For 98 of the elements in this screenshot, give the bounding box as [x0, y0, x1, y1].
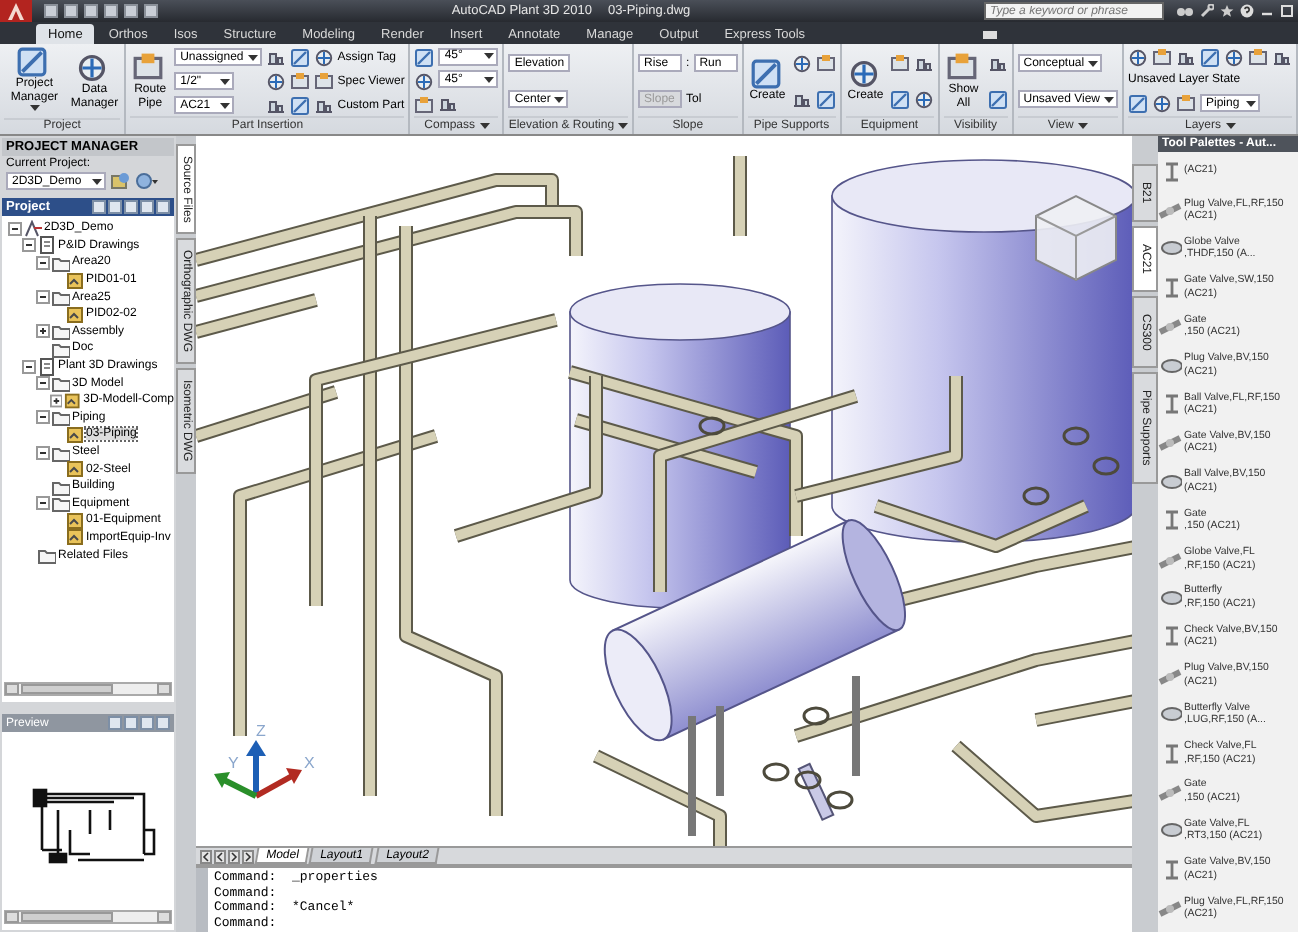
tool-icon[interactable] — [1200, 48, 1220, 69]
drawing-file-icon — [66, 271, 84, 290]
tool-icon[interactable] — [1128, 93, 1148, 114]
collapse-icon[interactable] — [22, 359, 36, 374]
caret-icon — [554, 95, 565, 103]
valve-icon — [1158, 896, 1182, 921]
scrollbar[interactable] — [4, 682, 172, 696]
caret-icon — [1104, 95, 1114, 103]
tool-icon[interactable] — [1176, 93, 1196, 114]
tool-icon[interactable] — [414, 47, 435, 67]
tool-icon[interactable] — [438, 94, 459, 115]
valve-icon — [1158, 547, 1182, 572]
tool-icon[interactable] — [313, 71, 334, 91]
caret-icon — [220, 77, 231, 85]
tool-icon[interactable] — [815, 89, 836, 109]
view-cube-icon[interactable] — [1035, 194, 1117, 282]
tool-icon[interactable] — [265, 71, 286, 91]
help-icon[interactable] — [1240, 4, 1254, 18]
tool-icon[interactable] — [265, 95, 286, 115]
tool-icon[interactable] — [913, 53, 934, 73]
valve-icon — [1158, 469, 1182, 494]
tool-icon — [945, 52, 982, 84]
binoculars-icon[interactable] — [1176, 4, 1194, 18]
tool-icon[interactable] — [1224, 48, 1244, 69]
project-icon — [24, 219, 42, 238]
star-icon[interactable] — [1220, 4, 1234, 18]
expand-icon[interactable] — [36, 324, 50, 339]
tool-icon[interactable] — [1128, 48, 1148, 69]
collapse-icon[interactable] — [8, 221, 22, 236]
tool-icon — [749, 58, 786, 91]
caret-icon — [1246, 99, 1256, 108]
scrollbar[interactable] — [4, 910, 172, 924]
axis-label: X — [304, 754, 315, 772]
axis-label: Z — [256, 722, 266, 740]
drawing-file-icon — [66, 511, 84, 530]
restore-icon[interactable] — [1280, 4, 1294, 18]
drawing-file-icon — [66, 460, 84, 479]
collapse-icon[interactable] — [36, 496, 50, 511]
tool-icon[interactable] — [791, 89, 812, 109]
valve-icon — [1158, 314, 1182, 339]
project-icon[interactable] — [110, 172, 130, 190]
tool-icon[interactable] — [1272, 48, 1292, 69]
valve-icon — [1158, 236, 1182, 261]
tool-icon[interactable] — [913, 89, 934, 109]
tab-nav-icon[interactable] — [228, 849, 240, 863]
drawing-set-icon — [38, 236, 56, 255]
collapse-icon[interactable] — [36, 445, 50, 460]
tool-icon[interactable] — [265, 47, 286, 67]
command-gutter — [196, 868, 208, 932]
minimize-ribbon-icon[interactable] — [982, 30, 998, 40]
settings-icon[interactable] — [134, 172, 158, 190]
tab-nav-icon[interactable] — [242, 849, 254, 863]
tool-icon[interactable] — [791, 53, 812, 73]
valve-icon — [1158, 353, 1182, 378]
folder-icon — [38, 546, 56, 565]
collapse-icon[interactable] — [36, 410, 50, 425]
tool-icon[interactable] — [289, 95, 310, 115]
caret-icon — [484, 75, 495, 84]
valve-icon — [1158, 779, 1182, 804]
tool-icon[interactable] — [414, 71, 435, 91]
tool-icon[interactable] — [1176, 48, 1196, 69]
app-logo-icon[interactable] — [0, 0, 32, 22]
tool-icon[interactable] — [987, 89, 1008, 109]
tool-icon[interactable] — [313, 47, 334, 67]
drawing-file-icon — [64, 391, 82, 410]
drawing-file-icon — [66, 305, 84, 324]
tool-icon[interactable] — [313, 95, 334, 115]
tool-icon[interactable] — [889, 89, 910, 109]
caret-icon — [247, 53, 258, 61]
caret-icon — [1088, 59, 1099, 67]
drawing-file-icon — [66, 528, 84, 547]
caret-icon — [220, 101, 231, 109]
caret-icon — [92, 177, 102, 185]
tab-nav-icon[interactable] — [214, 849, 226, 863]
drawing-set-icon — [38, 357, 56, 376]
tool-icon[interactable] — [414, 95, 435, 115]
wrench-icon[interactable] — [1200, 4, 1214, 18]
ucs-axes-icon — [214, 740, 302, 799]
drawing-file-icon — [66, 425, 84, 444]
tab-nav-icon[interactable] — [200, 849, 212, 863]
collapse-icon[interactable] — [36, 376, 50, 391]
tool-icon[interactable] — [1152, 48, 1172, 69]
tool-icon[interactable] — [289, 47, 310, 67]
valve-icon — [1158, 430, 1182, 455]
tool-icon[interactable] — [1152, 93, 1172, 114]
collapse-icon[interactable] — [36, 255, 50, 270]
tool-icon[interactable] — [289, 71, 310, 91]
collapse-icon[interactable] — [22, 238, 36, 253]
tool-icon[interactable] — [1248, 48, 1268, 69]
caret-icon — [484, 52, 495, 61]
tool-icon[interactable] — [815, 53, 836, 73]
valve-icon — [1158, 198, 1182, 223]
axis-label: Y — [228, 754, 239, 772]
tool-icon[interactable] — [987, 53, 1008, 73]
valve-icon — [1158, 663, 1182, 688]
collapse-icon[interactable] — [36, 290, 50, 305]
tool-icon[interactable] — [889, 53, 910, 73]
expand-icon[interactable] — [50, 393, 63, 408]
